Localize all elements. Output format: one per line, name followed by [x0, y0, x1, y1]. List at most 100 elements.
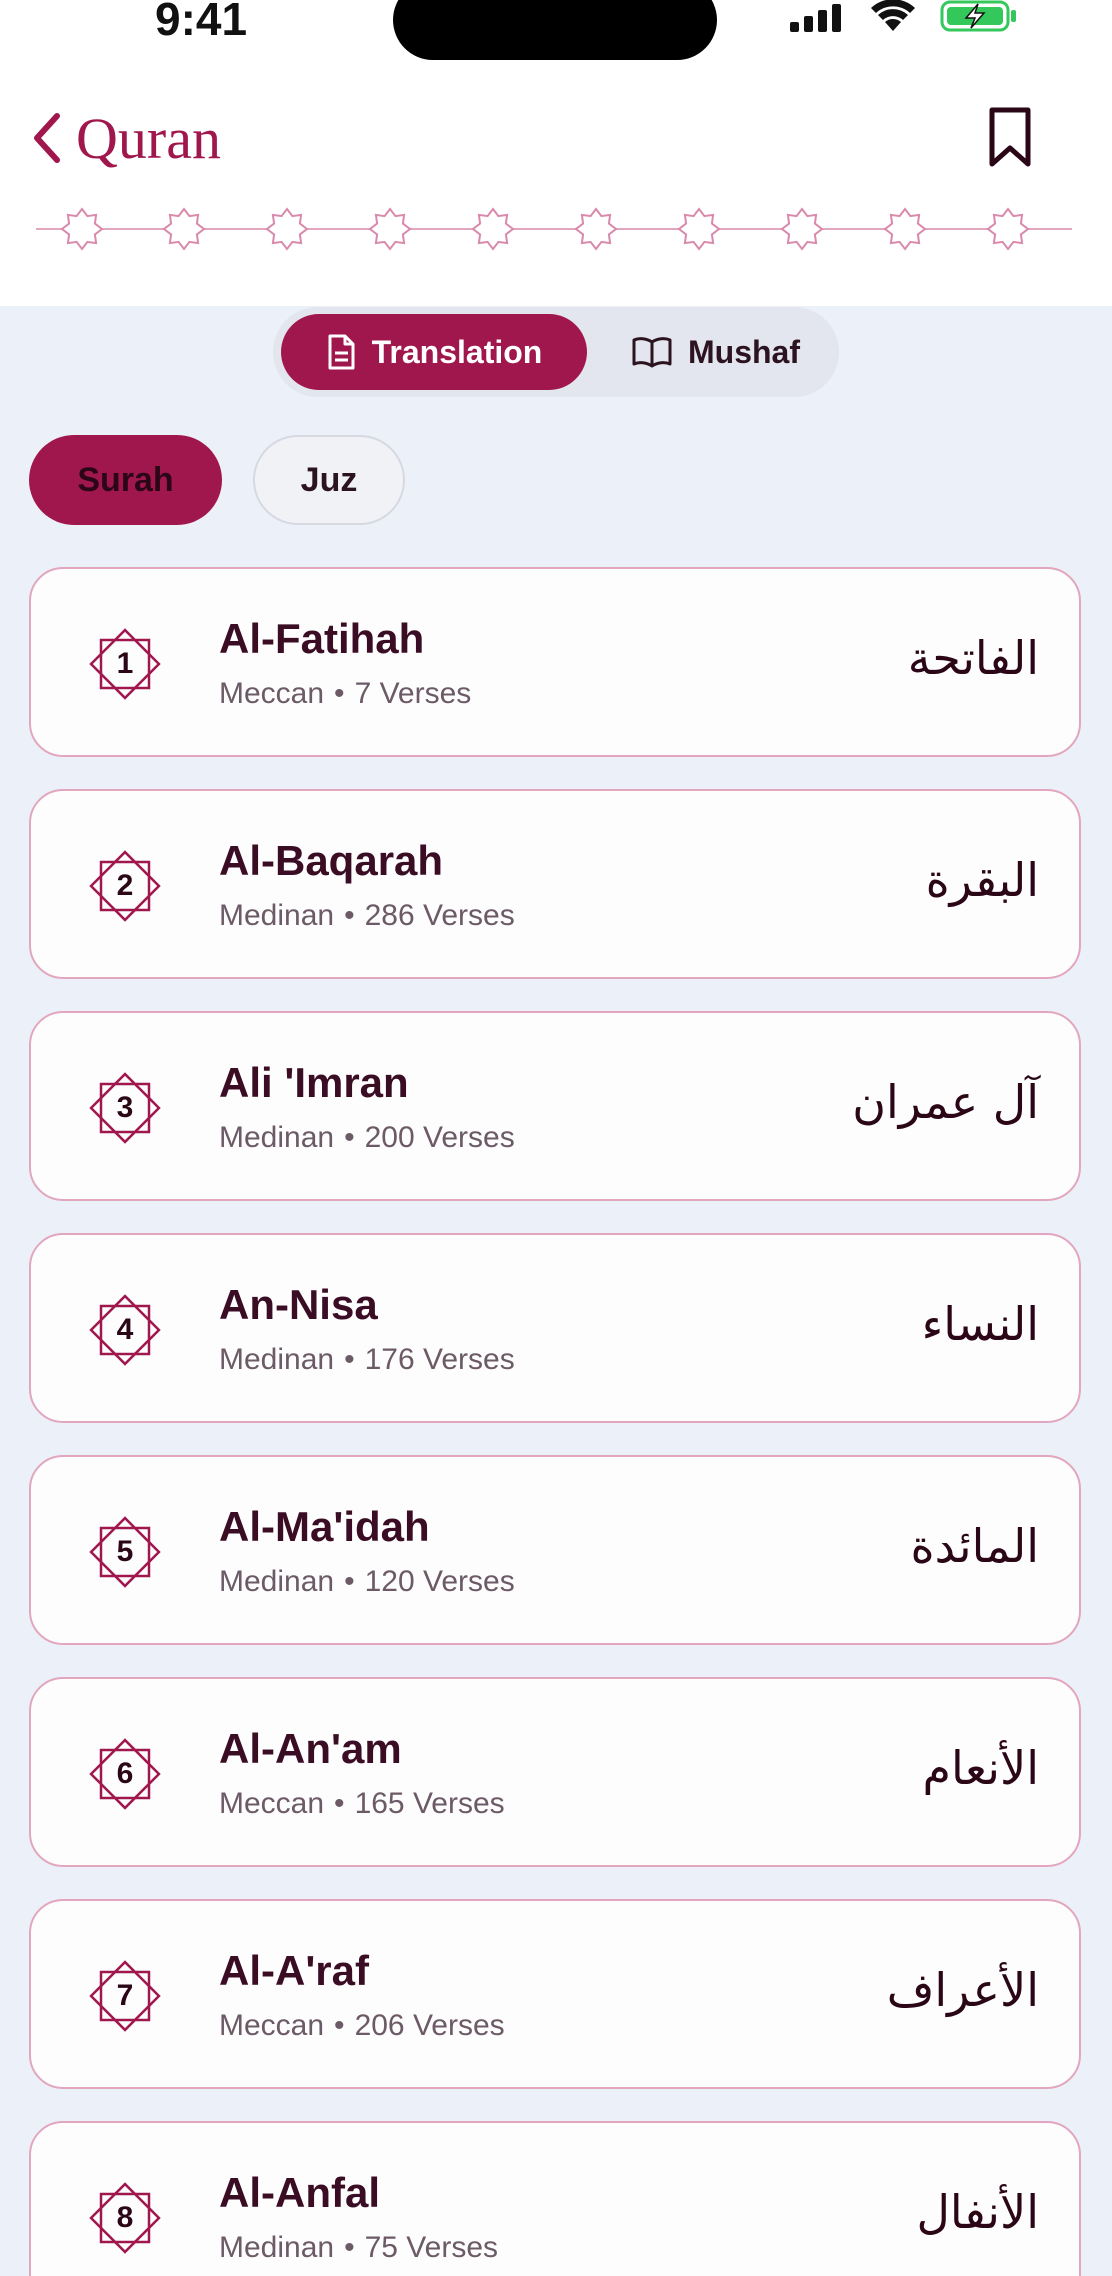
surah-number: 2: [116, 869, 134, 902]
meta-separator: •: [334, 2009, 345, 2042]
revelation-type: Meccan: [219, 1787, 325, 1820]
back-button[interactable]: Quran: [32, 100, 221, 176]
verse-count: 286 Verses: [364, 899, 515, 932]
revelation-type: Meccan: [219, 677, 325, 710]
surah-name: Al-Anfal: [219, 2169, 380, 2216]
verse-count: 7 Verses: [354, 677, 472, 710]
surah-number: 6: [116, 1757, 134, 1790]
surah-number-badge: 3: [83, 1066, 167, 1150]
cellular-signal-icon: [790, 4, 841, 32]
meta-separator: •: [334, 677, 345, 710]
surah-number: 5: [116, 1535, 134, 1568]
battery-charging-icon: [940, 0, 1016, 32]
meta-separator: •: [344, 899, 355, 932]
surah-number: 3: [116, 1091, 134, 1124]
bookmark-button[interactable]: [978, 104, 1042, 170]
surah-number-badge: 4: [83, 1288, 167, 1372]
open-book-icon: [632, 337, 672, 368]
surah-filter-chip[interactable]: Surah: [29, 435, 222, 525]
surah-arabic-name: النساء: [921, 1297, 1039, 1351]
surah-card[interactable]: 6 Al-An'am Meccan • 165 Verses الأنعام: [29, 1677, 1081, 1867]
surah-arabic-name: الأنعام: [922, 1741, 1039, 1795]
surah-arabic-name: البقرة: [925, 853, 1039, 907]
ornament-star: [265, 207, 309, 251]
verse-count: 176 Verses: [364, 1343, 515, 1376]
surah-card[interactable]: 5 Al-Ma'idah Medinan • 120 Verses المائد…: [29, 1455, 1081, 1645]
surah-arabic-name: الأنفال: [916, 2185, 1039, 2239]
chevron-left-icon: [34, 113, 60, 163]
revelation-type: Medinan: [219, 2231, 335, 2264]
revelation-type: Medinan: [219, 1565, 335, 1598]
surah-meta: Meccan • 7 Verses: [219, 677, 471, 711]
translation-label: Translation: [371, 333, 543, 370]
surah-card[interactable]: 4 An-Nisa Medinan • 176 Verses النساء: [29, 1233, 1081, 1423]
ornament-star: [986, 207, 1030, 251]
surah-arabic-name: آل عمران: [852, 1075, 1039, 1129]
surah-number: 1: [116, 647, 134, 680]
surah-number: 4: [116, 1313, 134, 1346]
surah-meta: Medinan • 200 Verses: [219, 1121, 515, 1155]
surah-meta: Medinan • 286 Verses: [219, 899, 515, 933]
bookmark-icon: [989, 107, 1031, 167]
document-icon: [328, 334, 355, 370]
surah-number-badge: 2: [83, 844, 167, 928]
surah-number-badge: 7: [83, 1954, 167, 2038]
ornament-star: [471, 207, 515, 251]
verse-count: 120 Verses: [364, 1565, 515, 1598]
revelation-type: Meccan: [219, 2009, 325, 2042]
meta-separator: •: [344, 1343, 355, 1376]
surah-arabic-name: الفاتحة: [907, 631, 1039, 685]
verse-count: 200 Verses: [364, 1121, 515, 1154]
surah-meta: Medinan • 120 Verses: [219, 1565, 515, 1599]
surah-name: An-Nisa: [219, 1281, 378, 1328]
dynamic-island: [393, 0, 717, 60]
revelation-type: Medinan: [219, 1343, 335, 1376]
surah-card[interactable]: 7 Al-A'raf Meccan • 206 Verses الأعراف: [29, 1899, 1081, 2089]
status-icons: [790, 0, 1020, 34]
header-area: 9:41 Quran: [0, 0, 1112, 306]
ornament-star: [162, 207, 206, 251]
wifi-icon: [871, 0, 915, 31]
juz-filter-chip[interactable]: Juz: [253, 435, 405, 525]
surah-name: Al-Ma'idah: [219, 1503, 430, 1550]
surah-meta: Medinan • 75 Verses: [219, 2231, 498, 2265]
surah-number: 8: [116, 2201, 134, 2234]
revelation-type: Medinan: [219, 1121, 335, 1154]
back-label: Quran: [76, 105, 221, 171]
surah-arabic-name: الأعراف: [886, 1963, 1039, 2017]
meta-separator: •: [334, 1787, 345, 1820]
mushaf-label: Mushaf: [688, 333, 800, 370]
ornament-star: [780, 207, 824, 251]
meta-separator: •: [344, 1565, 355, 1598]
meta-separator: •: [344, 1121, 355, 1154]
surah-arabic-name: المائدة: [910, 1519, 1039, 1573]
ornament-star: [677, 207, 721, 251]
surah-name: Al-An'am: [219, 1725, 402, 1772]
revelation-type: Medinan: [219, 899, 335, 932]
translation-tab[interactable]: Translation: [281, 314, 587, 390]
surah-card[interactable]: 2 Al-Baqarah Medinan • 286 Verses البقرة: [29, 789, 1081, 979]
verse-count: 75 Verses: [364, 2231, 499, 2264]
ornament-star: [368, 207, 412, 251]
verse-count: 206 Verses: [354, 2009, 505, 2042]
verse-count: 165 Verses: [354, 1787, 505, 1820]
surah-meta: Meccan • 206 Verses: [219, 2009, 505, 2043]
meta-separator: •: [344, 2231, 355, 2264]
ornament-star: [574, 207, 618, 251]
surah-card[interactable]: 1 Al-Fatihah Meccan • 7 Verses الفاتحة: [29, 567, 1081, 757]
mushaf-tab[interactable]: Mushaf: [603, 314, 829, 390]
ornament-star: [60, 207, 104, 251]
ornament-star: [883, 207, 927, 251]
surah-card[interactable]: 3 Ali 'Imran Medinan • 200 Verses آل عمر…: [29, 1011, 1081, 1201]
surah-name: Al-A'raf: [219, 1947, 369, 1994]
view-mode-toggle: Translation Mushaf: [273, 307, 839, 397]
surah-number-badge: 6: [83, 1732, 167, 1816]
surah-card[interactable]: 8 Al-Anfal Medinan • 75 Verses الأنفال: [29, 2121, 1081, 2276]
surah-name: Al-Fatihah: [219, 615, 425, 662]
surah-number-badge: 8: [83, 2176, 167, 2260]
surah-number-badge: 5: [83, 1510, 167, 1594]
surah-number-badge: 1: [83, 622, 167, 706]
surah-number: 7: [116, 1979, 134, 2012]
surah-name: Al-Baqarah: [219, 837, 444, 884]
status-time: 9:41: [155, 0, 248, 45]
